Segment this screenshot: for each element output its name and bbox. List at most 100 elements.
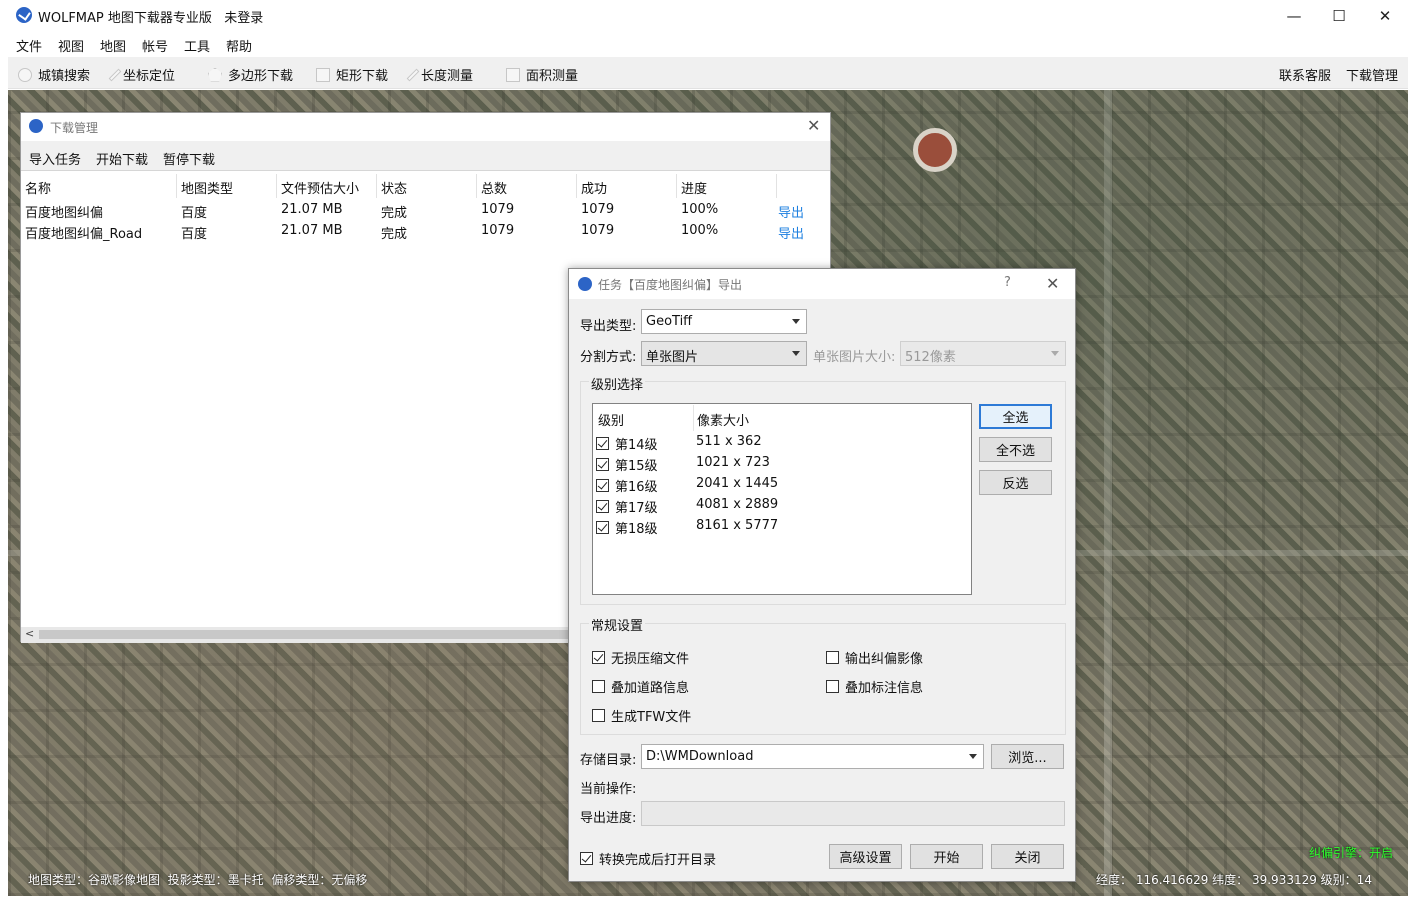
app-logo-icon bbox=[578, 277, 592, 291]
length-measure-tool[interactable]: 长度测量 bbox=[406, 65, 473, 84]
export-type-label: 导出类型: bbox=[580, 319, 637, 334]
chevron-down-icon bbox=[969, 754, 977, 759]
column-header-success[interactable]: 成功 bbox=[581, 178, 607, 200]
split-method-label: 分割方式: bbox=[580, 350, 637, 365]
town-search-tool[interactable]: 城镇搜索 bbox=[18, 65, 90, 84]
column-header-name[interactable]: 名称 bbox=[25, 178, 51, 200]
cell-success: 1079 bbox=[581, 223, 615, 238]
cell-name[interactable]: 百度地图纠偏 bbox=[25, 202, 103, 221]
column-divider bbox=[693, 405, 694, 431]
close-icon[interactable]: ✕ bbox=[807, 116, 820, 135]
area-icon bbox=[506, 67, 520, 82]
level-pixel-size: 1021 x 723 bbox=[696, 455, 770, 470]
advanced-settings-button[interactable]: 高级设置 bbox=[829, 844, 902, 869]
maximize-button[interactable]: ☐ bbox=[1316, 0, 1362, 31]
column-divider bbox=[676, 174, 677, 198]
generate-tfw-option[interactable]: 生成TFW文件 bbox=[592, 706, 691, 725]
menu-view[interactable]: 视图 bbox=[58, 36, 84, 55]
chevron-down-icon bbox=[792, 351, 800, 356]
checkbox[interactable] bbox=[596, 437, 609, 450]
level-item[interactable]: 第18级 bbox=[596, 518, 658, 537]
map-status: 地图类型：谷歌影像地图 投影类型：墨卡托 偏移类型：无偏移 bbox=[28, 871, 367, 888]
chevron-down-icon bbox=[792, 319, 800, 324]
select-none-button[interactable]: 全不选 bbox=[979, 437, 1052, 462]
overlay-roads-option[interactable]: 叠加道路信息 bbox=[592, 677, 689, 696]
general-settings-title: 常规设置 bbox=[589, 615, 646, 634]
cell-map-type: 百度 bbox=[181, 206, 208, 221]
column-divider bbox=[376, 174, 377, 198]
close-icon[interactable]: ✕ bbox=[1046, 274, 1059, 293]
close-window-button[interactable]: ✕ bbox=[1362, 0, 1408, 31]
close-button[interactable]: 关闭 bbox=[991, 844, 1064, 869]
menu-map[interactable]: 地图 bbox=[100, 36, 126, 55]
window-title: WOLFMAP 地图下载器专业版 未登录 bbox=[38, 11, 264, 26]
checkbox[interactable] bbox=[592, 680, 605, 693]
start-button[interactable]: 开始 bbox=[910, 844, 983, 869]
column-header-status[interactable]: 状态 bbox=[381, 178, 407, 200]
search-icon bbox=[18, 67, 32, 82]
save-directory-input[interactable]: D:\WMDownload bbox=[641, 744, 984, 769]
menu-account[interactable]: 帐号 bbox=[142, 36, 168, 55]
checkbox[interactable] bbox=[826, 651, 839, 664]
export-type-select[interactable]: GeoTiff bbox=[641, 309, 807, 334]
coordinate-locate-tool[interactable]: 坐标定位 bbox=[108, 65, 175, 84]
column-header-map-type[interactable]: 地图类型 bbox=[181, 178, 233, 200]
checkbox[interactable] bbox=[596, 458, 609, 471]
open-dir-after-option[interactable]: 转换完成后打开目录 bbox=[580, 849, 716, 868]
browse-button[interactable]: 浏览... bbox=[991, 744, 1064, 769]
cell-progress: 100% bbox=[681, 223, 719, 238]
download-manager-titlebar bbox=[21, 113, 830, 141]
scroll-left-icon[interactable]: < bbox=[25, 627, 34, 640]
import-task-button[interactable]: 导入任务 bbox=[29, 149, 81, 168]
app-logo-icon bbox=[29, 119, 43, 133]
menu-tools[interactable]: 工具 bbox=[184, 36, 210, 55]
select-all-button[interactable]: 全选 bbox=[979, 404, 1052, 429]
minimize-button[interactable]: — bbox=[1271, 0, 1317, 31]
checkbox[interactable] bbox=[580, 852, 593, 865]
level-item[interactable]: 第15级 bbox=[596, 455, 658, 474]
checkbox[interactable] bbox=[592, 651, 605, 664]
app-logo-icon bbox=[16, 7, 32, 23]
pixel-size-column-header[interactable]: 像素大小 bbox=[697, 410, 749, 429]
start-download-button[interactable]: 开始下载 bbox=[96, 149, 148, 168]
checkbox[interactable] bbox=[596, 479, 609, 492]
pause-download-button[interactable]: 暂停下载 bbox=[163, 149, 215, 168]
column-header-size[interactable]: 文件预估大小 bbox=[281, 178, 359, 200]
contact-support-link[interactable]: 联系客服 bbox=[1279, 65, 1331, 84]
menu-file[interactable]: 文件 bbox=[16, 36, 42, 55]
export-progress-bar bbox=[641, 801, 1065, 826]
checkbox[interactable] bbox=[826, 680, 839, 693]
split-method-select[interactable]: 单张图片 bbox=[641, 341, 807, 366]
cell-name[interactable]: 百度地图纠偏_Road bbox=[25, 223, 142, 242]
lossless-compression-option[interactable]: 无损压缩文件 bbox=[592, 648, 689, 667]
export-link[interactable]: 导出 bbox=[778, 202, 804, 221]
checkbox[interactable] bbox=[596, 521, 609, 534]
download-manager-link[interactable]: 下载管理 bbox=[1346, 65, 1398, 84]
overlay-labels-option[interactable]: 叠加标注信息 bbox=[826, 677, 923, 696]
cell-status: 完成 bbox=[381, 206, 408, 221]
column-header-progress[interactable]: 进度 bbox=[681, 178, 707, 200]
scrollbar-thumb[interactable] bbox=[39, 630, 569, 639]
cell-size: 21.07 MB bbox=[281, 223, 343, 238]
rectangle-download-tool[interactable]: 矩形下载 bbox=[316, 65, 388, 84]
map-type-status: 地图类型：谷歌影像地图 bbox=[28, 873, 161, 887]
level-column-header[interactable]: 级别 bbox=[598, 410, 624, 429]
column-divider bbox=[176, 174, 177, 198]
level-item[interactable]: 第17级 bbox=[596, 497, 658, 516]
download-manager-title: 下载管理 bbox=[50, 121, 99, 135]
level-item[interactable]: 第14级 bbox=[596, 434, 658, 453]
export-progress-label: 导出进度: bbox=[580, 811, 637, 826]
polygon-download-tool[interactable]: 多边形下载 bbox=[208, 65, 293, 84]
area-measure-tool[interactable]: 面积测量 bbox=[506, 65, 578, 84]
checkbox[interactable] bbox=[596, 500, 609, 513]
output-corrected-image-option[interactable]: 输出纠偏影像 bbox=[826, 648, 923, 667]
export-link[interactable]: 导出 bbox=[778, 223, 804, 242]
offset-status: 偏移类型：无偏移 bbox=[271, 873, 368, 887]
invert-selection-button[interactable]: 反选 bbox=[979, 470, 1052, 495]
help-icon[interactable]: ? bbox=[1004, 275, 1011, 290]
menu-help[interactable]: 帮助 bbox=[226, 36, 252, 55]
level-item[interactable]: 第16级 bbox=[596, 476, 658, 495]
column-header-total[interactable]: 总数 bbox=[481, 178, 507, 200]
rectangle-icon bbox=[316, 67, 330, 82]
checkbox[interactable] bbox=[592, 709, 605, 722]
